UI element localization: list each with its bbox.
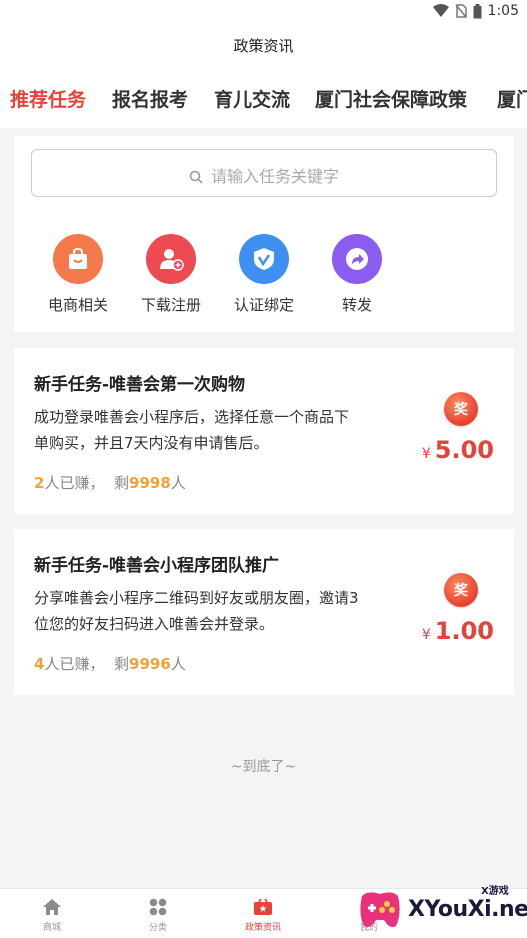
task-card[interactable]: 新手任务-唯善会小程序团队推广 分享唯善会小程序二维码到好友或朋友圈，邀请3 位… — [14, 529, 514, 695]
reward-amount: 1.00 — [434, 617, 494, 645]
tabbar-label: 政策资讯 — [244, 923, 281, 933]
tabbar-item-news[interactable]: 政策资讯 — [228, 897, 298, 933]
category-download-register[interactable]: 下载注册 — [121, 234, 221, 315]
currency-symbol: ¥ — [421, 627, 431, 643]
grid-icon — [123, 897, 193, 917]
category-forward[interactable]: 转发 — [307, 234, 407, 315]
reward-badge-text: 奖 — [454, 402, 468, 418]
status-time: 1:05 — [487, 3, 519, 19]
task-description-line: 单购买，并且7天内没有申请售后。 — [34, 434, 269, 452]
earned-count: 2 — [34, 474, 45, 492]
watermark-text: XYouXi.net — [408, 897, 527, 922]
task-description: 成功登录唯善会小程序后，选择任意一个商品下 单购买，并且7天内没有申请售后。 — [34, 404, 414, 456]
task-title: 新手任务-唯善会小程序团队推广 — [34, 556, 280, 576]
share-arrow-icon — [332, 234, 382, 284]
shopping-bag-icon — [53, 234, 103, 284]
news-icon — [228, 897, 298, 917]
wifi-icon — [432, 4, 449, 17]
search-box[interactable]: 请输入任务关键字 — [31, 149, 497, 197]
tabbar-label: 分类 — [148, 923, 167, 933]
task-reward: ¥1.00 — [422, 617, 494, 645]
watermark: X游戏 XYouXi.net — [356, 880, 527, 938]
search-icon — [189, 170, 203, 184]
task-stats: 2人已赚， 剩9998人 — [34, 472, 186, 493]
earned-text: 人已赚， — [44, 474, 105, 492]
remain-suffix: 人 — [170, 474, 186, 492]
category-tabs: 推荐任务 报名报考 育儿交流 厦门社会保障政策 厦门 — [0, 66, 527, 128]
search-input[interactable]: 请输入任务关键字 — [211, 167, 339, 186]
remain-count: 9998 — [129, 474, 171, 492]
task-description: 分享唯善会小程序二维码到好友或朋友圈，邀请3 位您的好友扫码进入唯善会并登录。 — [34, 585, 414, 637]
watermark-small-text: X游戏 — [481, 886, 509, 897]
tab-recommended-tasks[interactable]: 推荐任务 — [10, 85, 86, 112]
reward-badge-text: 奖 — [454, 583, 468, 599]
category-label: 认证绑定 — [233, 296, 294, 314]
remain-prefix: 剩 — [114, 474, 130, 492]
gamepad-logo-icon — [360, 892, 400, 928]
category-label: 下载注册 — [140, 296, 201, 314]
remain-suffix: 人 — [170, 655, 186, 673]
category-label: 转发 — [341, 296, 372, 314]
end-of-list-note: ~到底了~ — [230, 759, 297, 775]
search-placeholder-row: 请输入任务关键字 — [32, 163, 496, 187]
reward-amount: 5.00 — [434, 436, 494, 464]
reward-badge-icon: 奖 — [444, 392, 478, 426]
task-description-line: 分享唯善会小程序二维码到好友或朋友圈，邀请3 — [34, 589, 359, 607]
task-description-line: 成功登录唯善会小程序后，选择任意一个商品下 — [34, 408, 350, 426]
tabbar-item-mall[interactable]: 商城 — [17, 897, 87, 933]
earned-count: 4 — [34, 655, 45, 673]
add-user-icon — [146, 234, 196, 284]
tab-xiamen-social-security[interactable]: 厦门社会保障政策 — [315, 85, 467, 112]
task-stats: 4人已赚， 剩9996人 — [34, 653, 186, 674]
home-icon — [17, 897, 87, 917]
battery-icon — [473, 3, 482, 18]
task-reward: ¥5.00 — [422, 436, 494, 464]
tabbar-item-category[interactable]: 分类 — [123, 897, 193, 933]
category-auth-bind[interactable]: 认证绑定 — [214, 234, 314, 315]
task-title: 新手任务-唯善会第一次购物 — [34, 375, 246, 395]
task-card[interactable]: 新手任务-唯善会第一次购物 成功登录唯善会小程序后，选择任意一个商品下 单购买，… — [14, 348, 514, 514]
page-title: 政策资讯 — [233, 37, 294, 55]
category-label: 电商相关 — [47, 296, 108, 314]
nav-bar: 政策资讯 — [0, 26, 527, 66]
earned-text: 人已赚， — [44, 655, 105, 673]
task-description-line: 位您的好友扫码进入唯善会并登录。 — [34, 615, 275, 633]
search-category-panel: 请输入任务关键字 电商相关 下载注册 认证绑定 转发 — [14, 136, 514, 332]
currency-symbol: ¥ — [421, 446, 431, 462]
tab-registration[interactable]: 报名报考 — [112, 85, 188, 112]
reward-badge-icon: 奖 — [444, 573, 478, 607]
category-ecommerce[interactable]: 电商相关 — [28, 234, 128, 315]
tab-xiamen[interactable]: 厦门 — [497, 85, 527, 112]
shield-check-icon — [239, 234, 289, 284]
remain-count: 9996 — [129, 655, 171, 673]
remain-prefix: 剩 — [114, 655, 130, 673]
status-icons: 1:05 — [432, 3, 519, 19]
status-bar: 1:05 — [0, 0, 527, 26]
no-sim-icon — [454, 4, 467, 18]
tabbar-label: 商城 — [42, 923, 61, 933]
tab-parenting[interactable]: 育儿交流 — [214, 85, 290, 112]
